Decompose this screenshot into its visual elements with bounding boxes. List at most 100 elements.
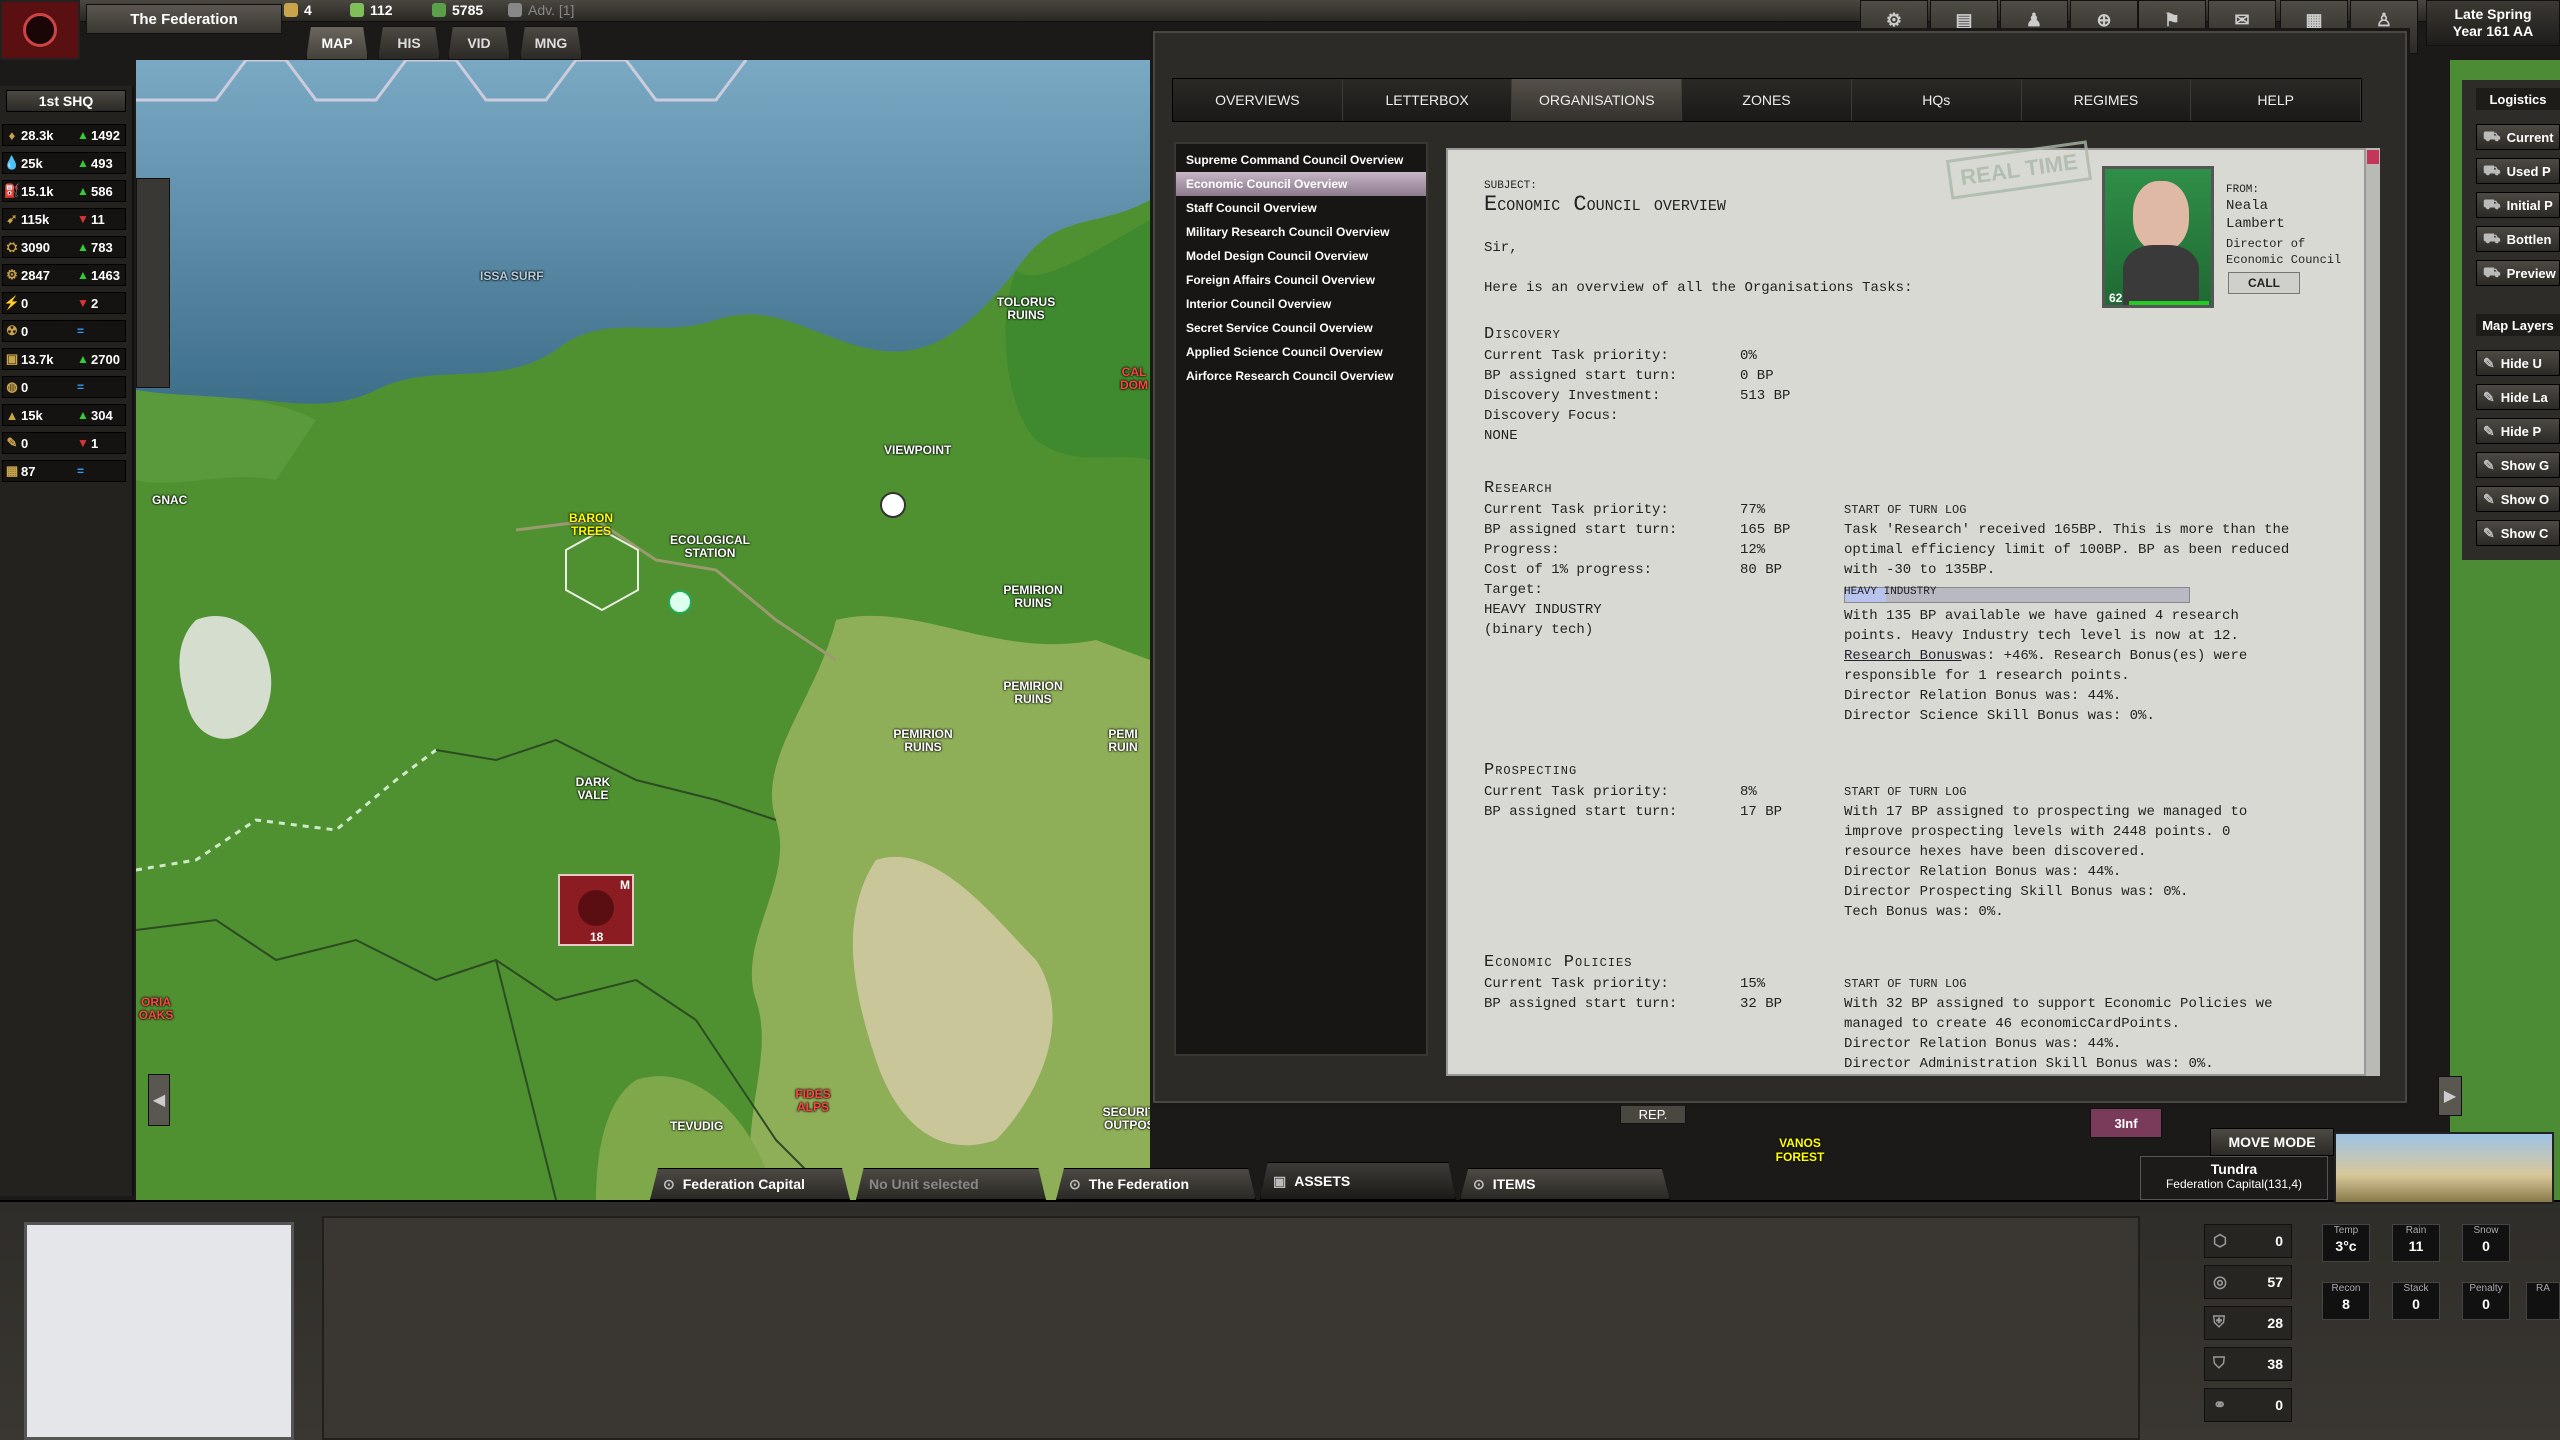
bottom-tab-1[interactable]: No Unit selected	[856, 1168, 1046, 1200]
resource-amount: 0	[21, 435, 29, 451]
resource-row-7[interactable]: ☢ 0 =	[2, 320, 126, 342]
tab-hqs[interactable]: HQs	[1851, 79, 2022, 121]
logistics-button-2[interactable]: ⛟ Initial P	[2476, 192, 2560, 218]
stat-label: Rain	[2405, 1225, 2427, 1236]
nav-vid-button[interactable]: VID	[448, 26, 510, 60]
resource-row-6[interactable]: ⚡ 0 ▼ 2	[2, 292, 126, 314]
director-level: 62	[2109, 291, 2123, 305]
resource-0[interactable]: 4	[284, 0, 312, 20]
faction-name[interactable]: The Federation	[86, 4, 282, 34]
org-item-9[interactable]: Airforce Research Council Overview	[1176, 364, 1426, 388]
call-button[interactable]: CALL	[2228, 272, 2300, 294]
tab-organisations[interactable]: ORGANISATIONS	[1512, 79, 1683, 121]
count-value: 38	[2267, 1356, 2283, 1372]
economic-log-title: START OF TURN LOG	[1844, 977, 1967, 991]
org-item-5[interactable]: Foreign Affairs Council Overview	[1176, 268, 1426, 292]
food-icon: ◍	[6, 379, 18, 394]
prospecting-log-line: Director Relation Bonus was: 44%.	[1844, 864, 2122, 880]
layer-button-4[interactable]: ✎ Show O	[2476, 486, 2560, 512]
map-layers-header: Map Layers	[2476, 314, 2560, 336]
map-scroll-left-icon[interactable]: ◀	[148, 1074, 170, 1126]
terrain-location: Federation Capital(131,4)	[2165, 1177, 2303, 1191]
tab-regimes[interactable]: REGIMES	[2021, 79, 2192, 121]
director-health-bar	[2129, 301, 2209, 305]
bottom-tab-0[interactable]: ⊙ Federation Capital	[650, 1168, 850, 1200]
layer-button-0[interactable]: ✎ Hide U	[2476, 350, 2560, 376]
station-marker-icon[interactable]	[668, 590, 692, 614]
stat-label: Recon	[2331, 1283, 2361, 1294]
tab-zones[interactable]: ZONES	[1682, 79, 1852, 121]
org-item-7[interactable]: Secret Service Council Overview	[1176, 316, 1426, 340]
resource-row-3[interactable]: ➹ 115k ▼ 11	[2, 208, 126, 230]
research-log-line: With 135 BP available we have gained 4 r…	[1844, 608, 2239, 624]
tab-help[interactable]: HELP	[2191, 79, 2362, 121]
org-item-6[interactable]: Interior Council Overview	[1176, 292, 1426, 316]
bottom-tab-3[interactable]: ▣ ASSETS	[1260, 1162, 1456, 1200]
unit-count-1[interactable]: ◎ 57	[2204, 1265, 2292, 1299]
resource-row-10[interactable]: ▲ 15k ▲ 304	[2, 404, 126, 426]
bottom-tab-label: ASSETS	[1294, 1173, 1351, 1189]
minimap[interactable]	[24, 1222, 294, 1440]
letter-scrollbar[interactable]	[2366, 148, 2380, 1076]
resource-3[interactable]: Adv. [1]	[508, 0, 574, 20]
unit-counter[interactable]: M 18	[558, 874, 634, 946]
org-item-4[interactable]: Model Design Council Overview	[1176, 244, 1426, 268]
unit-count-2[interactable]: ⛨ 28	[2204, 1306, 2292, 1340]
layer-button-3[interactable]: ✎ Show G	[2476, 452, 2560, 478]
logistics-icon: ⛟	[2483, 127, 2501, 144]
map-label-tolorus-ruins: TOLORUS RUINS	[996, 295, 1056, 322]
layer-icon: ✎	[2483, 456, 2495, 473]
unit-count-3[interactable]: ⛉ 38	[2204, 1347, 2292, 1381]
weather-stat-rain: Rain 11	[2392, 1224, 2440, 1262]
hex-map[interactable]: ISSA SURF TOLORUS RUINS VIEWPOINT BARON …	[136, 60, 1150, 1200]
hq-selector[interactable]: 1st SHQ	[6, 90, 126, 112]
tab-letterbox[interactable]: LETTERBOX	[1342, 79, 1513, 121]
logistics-button-0[interactable]: ⛟ Current	[2476, 124, 2560, 150]
nav-mng-button[interactable]: MNG	[520, 26, 582, 60]
bottom-tab-4[interactable]: ⊙ ITEMS	[1460, 1168, 1670, 1200]
logistics-button-3[interactable]: ⛟ Bottlen	[2476, 226, 2560, 252]
stat-label: Penalty	[2469, 1283, 2503, 1294]
logistics-button-label: Preview	[2506, 265, 2556, 281]
director-portrait[interactable]: 62	[2102, 166, 2214, 308]
trend-arrow-icon: ▲	[77, 128, 89, 142]
bottom-tab-2[interactable]: ⊙ The Federation	[1056, 1168, 1256, 1200]
org-item-2[interactable]: Staff Council Overview	[1176, 196, 1426, 220]
nav-his-button[interactable]: HIS	[378, 26, 440, 60]
resource-row-2[interactable]: ⛽ 15.1k ▲ 586	[2, 180, 126, 202]
faction-flag-icon[interactable]	[0, 0, 80, 60]
org-item-8[interactable]: Applied Science Council Overview	[1176, 340, 1426, 364]
logistics-button-1[interactable]: ⛟ Used P	[2476, 158, 2560, 184]
layer-button-1[interactable]: ✎ Hide La	[2476, 384, 2560, 410]
count-type-icon: ◎	[2213, 1274, 2227, 1291]
org-item-0[interactable]: Supreme Command Council Overview	[1176, 148, 1426, 172]
resource-row-9[interactable]: ◍ 0 =	[2, 376, 126, 398]
tab-overviews[interactable]: OVERVIEWS	[1173, 79, 1343, 121]
nav-map-button[interactable]: MAP	[306, 26, 368, 60]
org-item-1[interactable]: Economic Council Overview	[1176, 172, 1426, 196]
weather-stat-recon: Recon 8	[2322, 1282, 2370, 1320]
layer-button-5[interactable]: ✎ Show C	[2476, 520, 2560, 546]
unit-soldier-icon	[578, 890, 614, 926]
resource-1[interactable]: 112	[350, 0, 393, 20]
infantry-unit-counter[interactable]: 3Inf	[2090, 1108, 2162, 1138]
report-map-button[interactable]: REP.	[1620, 1104, 1686, 1124]
layer-button-label: Hide La	[2500, 389, 2548, 405]
resource-2[interactable]: 5785	[432, 0, 483, 20]
resource-row-5[interactable]: ⚙ 2847 ▲ 1463	[2, 264, 126, 286]
resource-row-11[interactable]: ✎ 0 ▼ 1	[2, 432, 126, 454]
logistics-button-4[interactable]: ⛟ Preview	[2476, 260, 2560, 286]
resource-row-1[interactable]: 💧 25k ▲ 493	[2, 152, 126, 174]
org-item-3[interactable]: Military Research Council Overview	[1176, 220, 1426, 244]
map-scroll-right-icon[interactable]: ▶	[2438, 1076, 2462, 1116]
resource-row-0[interactable]: ♦ 28.3k ▲ 1492	[2, 124, 126, 146]
resource-row-12[interactable]: ▦ 87 =	[2, 460, 126, 482]
resource-row-8[interactable]: ▣ 13.7k ▲ 2700	[2, 348, 126, 370]
resource-row-4[interactable]: ⛭ 3090 ▲ 783	[2, 236, 126, 258]
unit-count-4[interactable]: ⚭ 0	[2204, 1388, 2292, 1422]
move-mode-button[interactable]: MOVE MODE	[2210, 1128, 2334, 1156]
layer-button-2[interactable]: ✎ Hide P	[2476, 418, 2560, 444]
layer-button-label: Show G	[2500, 457, 2550, 473]
viewpoint-marker-icon[interactable]	[880, 492, 906, 518]
unit-count-0[interactable]: ⬡ 0	[2204, 1224, 2292, 1258]
